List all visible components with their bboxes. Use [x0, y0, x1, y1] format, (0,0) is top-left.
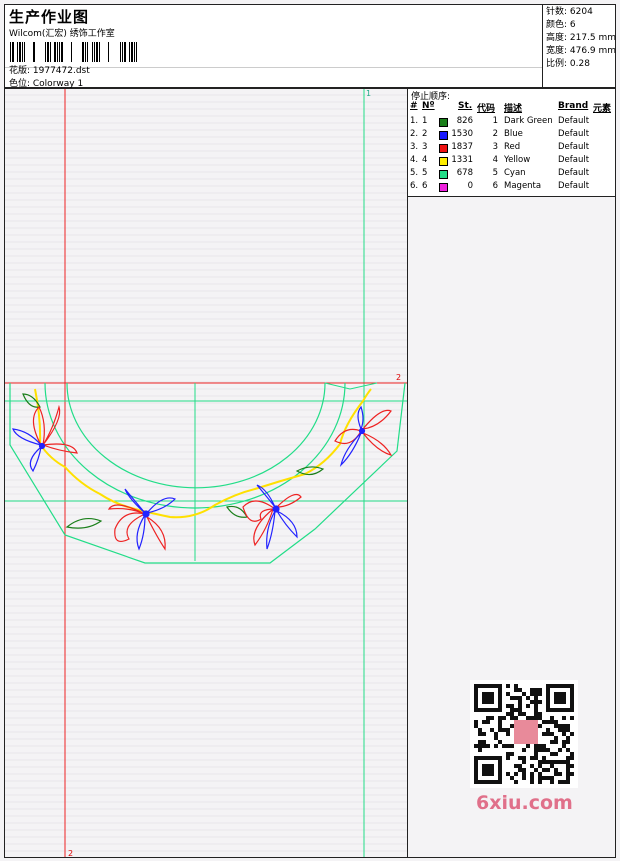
stat-stitches: 针数: 6204	[546, 7, 593, 17]
sequence-row[interactable]: 1. 1 826 1 Dark Green Default	[408, 116, 615, 129]
thread-color-swatch	[439, 183, 448, 192]
page-title: 生产作业图	[9, 8, 90, 26]
sequence-cell-n: 5	[422, 168, 428, 178]
sequence-row[interactable]: 4. 4 1331 4 Yellow Default	[408, 155, 615, 168]
leaf-green-3	[226, 505, 248, 518]
sequence-cell-desc: Dark Green	[504, 116, 553, 126]
col-header-stitches: St.	[458, 101, 473, 111]
sequence-cell-st: 826	[456, 116, 473, 126]
sequence-cell-desc: Magenta	[504, 181, 542, 191]
sequence-cell-brand: Default	[558, 155, 590, 165]
col-header-n: Nº	[422, 101, 435, 111]
sequence-cell-st: 1331	[451, 155, 473, 165]
sequence-cell-st: 678	[456, 168, 473, 178]
sequence-cell-brand: Default	[558, 168, 590, 178]
thread-color-swatch	[439, 170, 448, 179]
sequence-cell-code: 4	[492, 155, 498, 165]
sequence-cell-n: 2	[422, 129, 428, 139]
sequence-cell-code: 2	[492, 129, 498, 139]
sequence-cell-st: 0	[467, 181, 473, 191]
col-header-brand: Brand	[558, 101, 589, 111]
sequence-cell-desc: Cyan	[504, 168, 526, 178]
leaf-green-2	[65, 517, 103, 529]
sequence-cell-code: 6	[492, 181, 498, 191]
col-header-num: #	[410, 101, 418, 111]
design-stats: 针数: 6204 颜色: 6 高度: 217.5 mm 宽度: 476.9 mm…	[542, 5, 616, 87]
watermark-site: 6xiu.com	[476, 792, 573, 814]
sequence-cell-st: 1530	[451, 129, 473, 139]
thread-color-swatch	[439, 144, 448, 153]
studio-name: Wilcom(汇宏) 绣饰工作室	[9, 29, 115, 39]
stat-height: 高度: 217.5 mm	[546, 33, 617, 43]
stat-scale: 比例: 0.28	[546, 59, 590, 69]
production-worksheet: 生产作业图 Wilcom(汇宏) 绣饰工作室 花版: 1977472.dst 色…	[0, 0, 620, 861]
sequence-cell-desc: Yellow	[504, 155, 531, 165]
col-header-element: 元素	[593, 104, 612, 114]
stat-width: 宽度: 476.9 mm	[546, 46, 617, 56]
barcode-icon	[10, 42, 137, 62]
qr-code-icon	[470, 680, 578, 788]
worksheet-header: 生产作业图 Wilcom(汇宏) 绣饰工作室 花版: 1977472.dst 色…	[4, 4, 616, 89]
sequence-cell-n: 4	[422, 155, 428, 165]
sequence-cell-code: 3	[492, 142, 498, 152]
design-file-label: 花版: 1977472.dst	[9, 66, 90, 76]
sequence-cell-num: 6.	[410, 181, 419, 191]
canvas-marker-right: 2	[396, 373, 402, 382]
canvas-marker-top: 1	[366, 89, 372, 98]
sequence-cell-brand: Default	[558, 129, 590, 139]
thread-color-swatch	[439, 131, 448, 140]
sequence-row[interactable]: 5. 5 678 5 Cyan Default	[408, 168, 615, 181]
design-canvas[interactable]: 1 2 2	[4, 88, 408, 858]
sequence-cell-st: 1837	[451, 142, 473, 152]
col-header-desc: 描述	[504, 104, 523, 114]
sequence-cell-brand: Default	[558, 116, 590, 126]
neckline-outer	[9, 382, 406, 564]
neckline-inner-arc-2	[66, 382, 326, 489]
flower-center-left	[107, 488, 177, 551]
sequence-cell-num: 3.	[410, 142, 419, 152]
flower-left	[12, 404, 78, 473]
stop-sequence-table: 停止顺序: # Nº St. 代码 描述 Brand 元素 1. 1 826 1 Dar…	[408, 89, 615, 197]
sequence-cell-code: 1	[492, 116, 498, 126]
sequence-cell-num: 1.	[410, 116, 419, 126]
sequence-cell-num: 2.	[410, 129, 419, 139]
sequence-cell-n: 3	[422, 142, 428, 152]
sequence-cell-n: 6	[422, 181, 428, 191]
stat-colors: 颜色: 6	[546, 20, 576, 30]
sequence-cell-num: 4.	[410, 155, 419, 165]
thread-color-swatch	[439, 118, 448, 127]
sequence-row[interactable]: 2. 2 1530 2 Blue Default	[408, 129, 615, 142]
sequence-cell-desc: Red	[504, 142, 521, 152]
sequence-row[interactable]: 3. 3 1837 3 Red Default	[408, 142, 615, 155]
neckline-shoulder	[324, 382, 378, 390]
sequence-cell-n: 1	[422, 116, 428, 126]
sequence-row[interactable]: 6. 6 0 6 Magenta Default	[408, 181, 615, 194]
thread-color-swatch	[439, 157, 448, 166]
sequence-cell-desc: Blue	[504, 129, 523, 139]
flower-center-right	[242, 484, 302, 550]
sequence-cell-code: 5	[492, 168, 498, 178]
sequence-cell-brand: Default	[558, 142, 590, 152]
sequence-cell-num: 5.	[410, 168, 419, 178]
embroidery-preview	[5, 89, 407, 857]
sequence-cell-brand: Default	[558, 181, 590, 191]
col-header-code: 代码	[477, 104, 496, 114]
canvas-marker-bottom: 2	[68, 849, 74, 858]
